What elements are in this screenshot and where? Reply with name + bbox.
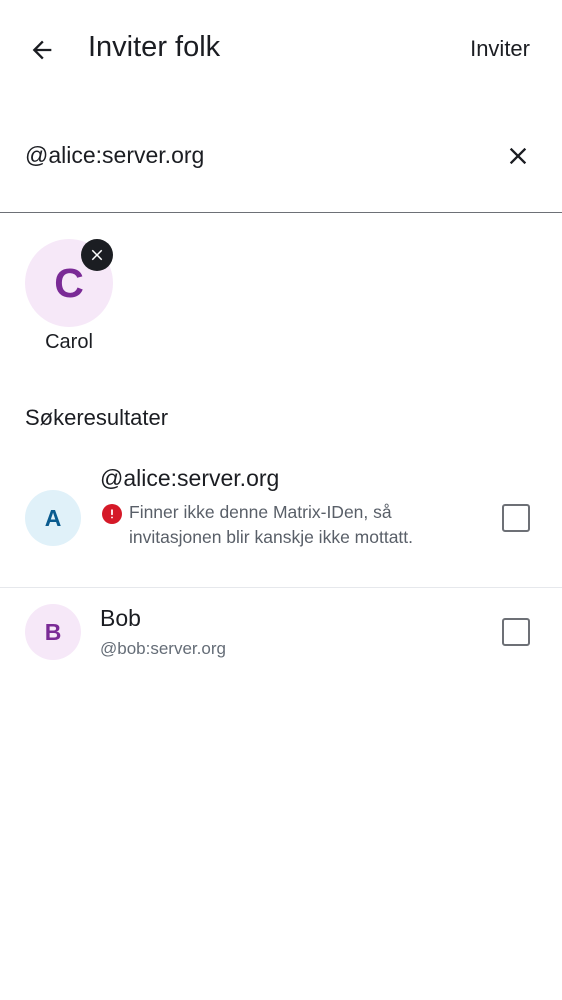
page-title: Inviter folk <box>88 31 221 63</box>
selected-user-chip: C Carol <box>25 239 125 353</box>
select-checkbox[interactable] <box>502 504 530 532</box>
invite-button[interactable]: Inviter <box>470 36 530 62</box>
avatar: B <box>25 604 81 660</box>
user-name: Bob <box>100 605 141 631</box>
avatar-initial: C <box>54 259 84 306</box>
arrow-left-icon <box>32 40 52 60</box>
search-results-header: Søkeresultater <box>25 405 169 430</box>
search-field[interactable]: @alice:server.org <box>0 114 562 213</box>
user-id: @bob:server.org <box>100 639 226 658</box>
clear-search-button[interactable] <box>498 136 538 176</box>
search-input[interactable]: @alice:server.org <box>25 142 204 169</box>
avatar: C <box>25 239 113 327</box>
avatar: A <box>25 490 81 546</box>
list-item[interactable]: A @alice:server.org Finner ikke denne Ma… <box>0 452 562 588</box>
close-icon <box>91 249 103 261</box>
invite-people-screen: Inviter folk Inviter @alice:server.org C… <box>0 0 562 1000</box>
top-app-bar: Inviter folk Inviter <box>0 0 562 100</box>
user-id: @alice:server.org <box>100 465 280 491</box>
error-icon <box>102 504 122 524</box>
warning-text: Finner ikke denne Matrix-IDen, så invita… <box>129 502 414 547</box>
back-button[interactable] <box>20 28 64 72</box>
selected-user-name: Carol <box>45 331 93 353</box>
select-checkbox[interactable] <box>502 618 530 646</box>
list-item[interactable]: B Bob @bob:server.org <box>0 588 562 676</box>
close-icon <box>509 147 527 165</box>
remove-selected-button[interactable] <box>81 239 113 271</box>
